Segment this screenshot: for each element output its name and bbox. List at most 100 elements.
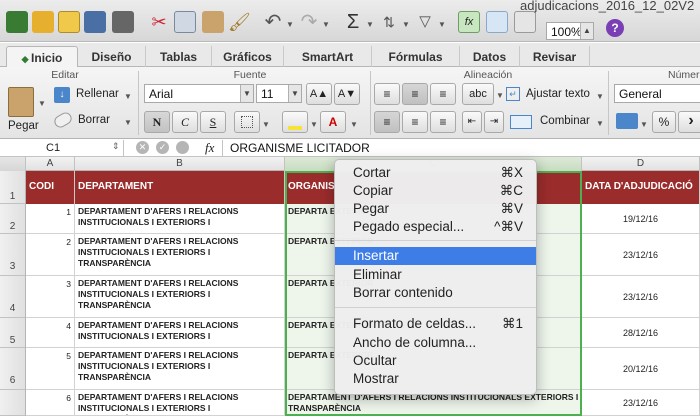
cell-data[interactable]: 19/12/16 — [582, 204, 700, 234]
tab-diseno[interactable]: Diseño — [78, 46, 146, 67]
accounting-icon[interactable] — [616, 113, 638, 129]
tab-revisar[interactable]: Revisar — [520, 46, 590, 67]
redo-dropdown-icon[interactable]: ▼ — [322, 20, 330, 29]
menu-item-copiar[interactable]: Copiar ⌘C — [335, 182, 536, 200]
header-cell-data[interactable]: DATA D'ADJUDICACIÓ — [582, 171, 700, 204]
cell-codi[interactable]: 4 — [26, 318, 75, 348]
tab-formulas[interactable]: Fórmulas — [372, 46, 460, 67]
row-header-2[interactable]: 2 — [0, 204, 25, 234]
cancel-entry-icon[interactable]: ✕ — [136, 141, 149, 154]
increase-indent-button[interactable]: ⇥ — [484, 111, 504, 133]
help-icon[interactable]: ? — [606, 19, 624, 37]
italic-button[interactable]: C — [172, 111, 198, 133]
paste-dropdown-icon[interactable]: ▼ — [38, 99, 46, 108]
menu-item-ocultar[interactable]: Ocultar — [335, 352, 536, 370]
cell-departament[interactable]: DEPARTAMENT D'AFERS I RELACIONS INSTITUC… — [75, 348, 285, 390]
align-left-button[interactable]: ≡ — [374, 111, 400, 133]
cell-data[interactable]: 23/12/16 — [582, 234, 700, 276]
stepper-icon[interactable]: ⇕ — [112, 141, 120, 152]
align-right-button[interactable]: ≡ — [430, 111, 456, 133]
menu-item-mostrar[interactable]: Mostrar — [335, 370, 536, 388]
column-header-b[interactable]: B — [75, 157, 285, 171]
excel-icon[interactable] — [6, 11, 28, 33]
paste-icon[interactable] — [202, 11, 224, 33]
cell-data[interactable]: 20/12/16 — [582, 348, 700, 390]
menu-item-eliminar[interactable]: Eliminar — [335, 266, 536, 284]
align-top-button[interactable]: ≡ — [374, 83, 400, 105]
wrap-text-label[interactable]: Ajustar texto — [526, 88, 590, 100]
filter-icon[interactable]: ▽ — [414, 11, 436, 33]
clear-dropdown-icon[interactable]: ▼ — [124, 118, 132, 127]
cell-data[interactable]: 28/12/16 — [582, 318, 700, 348]
wrap-dropdown-icon[interactable]: ▼ — [596, 92, 604, 101]
header-cell-codi[interactable]: CODI — [26, 171, 75, 204]
cell-departament[interactable]: DEPARTAMENT D'AFERS I RELACIONS INSTITUC… — [75, 318, 285, 348]
cell-codi[interactable]: 6 — [26, 390, 75, 416]
number-format-select[interactable]: General — [614, 84, 700, 103]
cell-departament[interactable]: DEPARTAMENT D'AFERS I RELACIONS INSTITUC… — [75, 390, 285, 416]
cell-departament[interactable]: DEPARTAMENT D'AFERS I RELACIONS INSTITUC… — [75, 234, 285, 276]
row-header-1[interactable]: 1 — [0, 171, 25, 204]
gallery-icon[interactable] — [486, 11, 508, 33]
align-bottom-button[interactable]: ≡ — [430, 83, 456, 105]
cell-departament[interactable]: DEPARTAMENT D'AFERS I RELACIONS INSTITUC… — [75, 204, 285, 234]
fill-color-button[interactable] — [282, 111, 308, 133]
align-middle-button[interactable]: ≡ — [402, 83, 428, 105]
autosum-dropdown-icon[interactable]: ▼ — [366, 20, 374, 29]
menu-item-ancho-columna[interactable]: Ancho de columna... — [335, 334, 536, 352]
autosum-icon[interactable]: Σ — [342, 11, 364, 33]
menu-item-formato-celdas[interactable]: Formato de celdas... ⌘1 — [335, 315, 536, 333]
redo-icon[interactable]: ↷ — [298, 11, 320, 33]
align-center-button[interactable]: ≡ — [402, 111, 428, 133]
paste-label[interactable]: Pegar — [8, 120, 39, 132]
merge-label[interactable]: Combinar — [540, 115, 590, 127]
orientation-dropdown-icon[interactable]: ▼ — [496, 91, 504, 100]
cell-codi[interactable]: 1 — [26, 204, 75, 234]
tab-smartart[interactable]: SmartArt — [284, 46, 372, 67]
accounting-dropdown-icon[interactable]: ▼ — [640, 120, 648, 129]
increase-font-button[interactable]: A▲ — [306, 83, 332, 105]
cell-data[interactable]: 23/12/16 — [582, 276, 700, 318]
cut-icon[interactable]: ✂ — [148, 11, 170, 33]
column-header-a[interactable]: A — [26, 157, 75, 171]
font-name-select[interactable]: Arial ▼ — [144, 84, 254, 103]
undo-icon[interactable]: ↶ — [262, 11, 284, 33]
tab-tablas[interactable]: Tablas — [146, 46, 212, 67]
menu-item-borrar-contenido[interactable]: Borrar contenido — [335, 284, 536, 302]
percent-button[interactable]: % — [652, 111, 676, 133]
wrap-text-icon[interactable]: ↵ — [506, 87, 520, 101]
decrease-font-button[interactable]: A▼ — [334, 83, 360, 105]
toolbox-icon[interactable] — [514, 11, 536, 33]
sort-icon[interactable]: ⇅ — [378, 11, 400, 33]
row-header-3[interactable]: 3 — [0, 234, 25, 276]
paste-icon[interactable] — [8, 87, 34, 117]
eraser-icon[interactable] — [52, 110, 74, 130]
row-header-7[interactable] — [0, 390, 25, 416]
open-icon[interactable] — [58, 11, 80, 33]
copy-icon[interactable] — [174, 11, 196, 33]
function-icon[interactable]: fx — [458, 11, 480, 33]
clock-icon[interactable] — [176, 141, 189, 154]
cell-codi[interactable]: 2 — [26, 234, 75, 276]
undo-dropdown-icon[interactable]: ▼ — [286, 20, 294, 29]
clear-label[interactable]: Borrar — [78, 114, 110, 126]
row-header-6[interactable]: 6 — [0, 348, 25, 390]
merge-dropdown-icon[interactable]: ▼ — [596, 119, 604, 128]
cell-codi[interactable]: 3 — [26, 276, 75, 318]
column-header-d[interactable]: D — [582, 157, 700, 171]
zoom-select[interactable]: 100% ▲ — [546, 22, 594, 40]
font-color-dropdown-icon[interactable]: ▼ — [350, 120, 358, 129]
menu-item-pegar[interactable]: Pegar ⌘V — [335, 200, 536, 218]
fill-color-dropdown-icon[interactable]: ▼ — [310, 120, 318, 129]
fill-dropdown-icon[interactable]: ▼ — [124, 92, 132, 101]
sort-dropdown-icon[interactable]: ▼ — [402, 20, 410, 29]
cell-codi[interactable]: 5 — [26, 348, 75, 390]
menu-item-cortar[interactable]: Cortar ⌘X — [335, 164, 536, 182]
tab-datos[interactable]: Datos — [460, 46, 520, 67]
formula-content[interactable]: ORGANISME LICITADOR — [230, 141, 370, 155]
templates-icon[interactable] — [32, 11, 54, 33]
thousands-button[interactable]: › — [678, 111, 700, 133]
borders-dropdown-icon[interactable]: ▼ — [262, 120, 270, 129]
save-icon[interactable] — [84, 11, 106, 33]
font-color-button[interactable]: A — [320, 111, 346, 133]
